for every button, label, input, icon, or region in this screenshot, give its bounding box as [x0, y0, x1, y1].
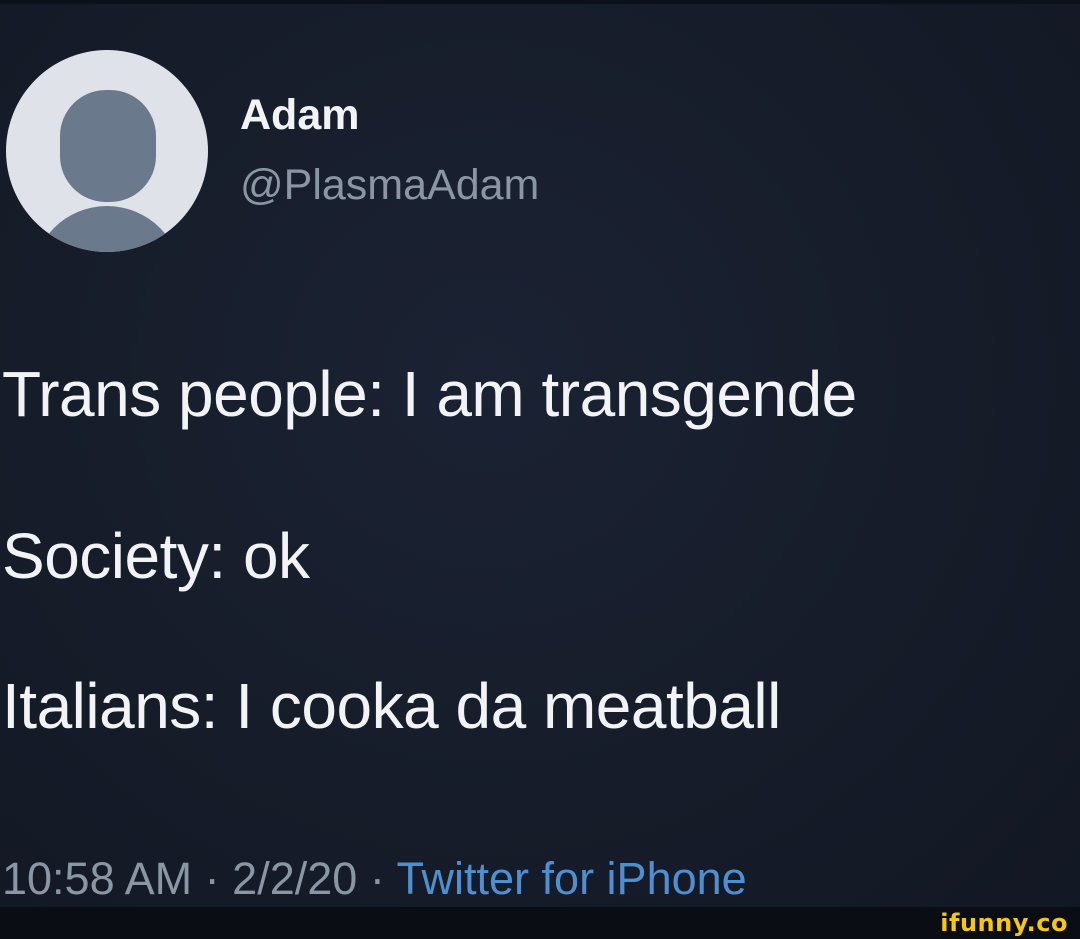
meta-separator: ·: [204, 853, 220, 904]
tweet-text-line: Trans people: I am transgende: [2, 358, 857, 430]
tweet-screenshot: Adam @PlasmaAdam Trans people: I am tran…: [0, 0, 1080, 939]
default-avatar-icon[interactable]: [6, 50, 208, 252]
author-handle[interactable]: @PlasmaAdam: [240, 160, 539, 212]
meta-separator: ·: [369, 853, 385, 904]
avatar-body-shape: [32, 206, 182, 252]
ifunny-watermark: ifunny.co: [940, 909, 1068, 937]
tweet-client-link[interactable]: Twitter for iPhone: [397, 853, 747, 904]
avatar-head-shape: [60, 90, 156, 202]
tweet-text-line: Society: ok: [2, 520, 310, 592]
bottom-bar: [0, 907, 1080, 939]
tweet-metadata: 10:58 AM · 2/2/20 · Twitter for iPhone: [2, 852, 747, 906]
tweet-date[interactable]: 2/2/20: [232, 853, 357, 904]
author-display-name[interactable]: Adam: [240, 90, 359, 142]
tweet-text-line: Italians: I cooka da meatball: [2, 670, 781, 742]
tweet-time[interactable]: 10:58 AM: [2, 853, 192, 904]
top-divider: [0, 0, 1080, 4]
